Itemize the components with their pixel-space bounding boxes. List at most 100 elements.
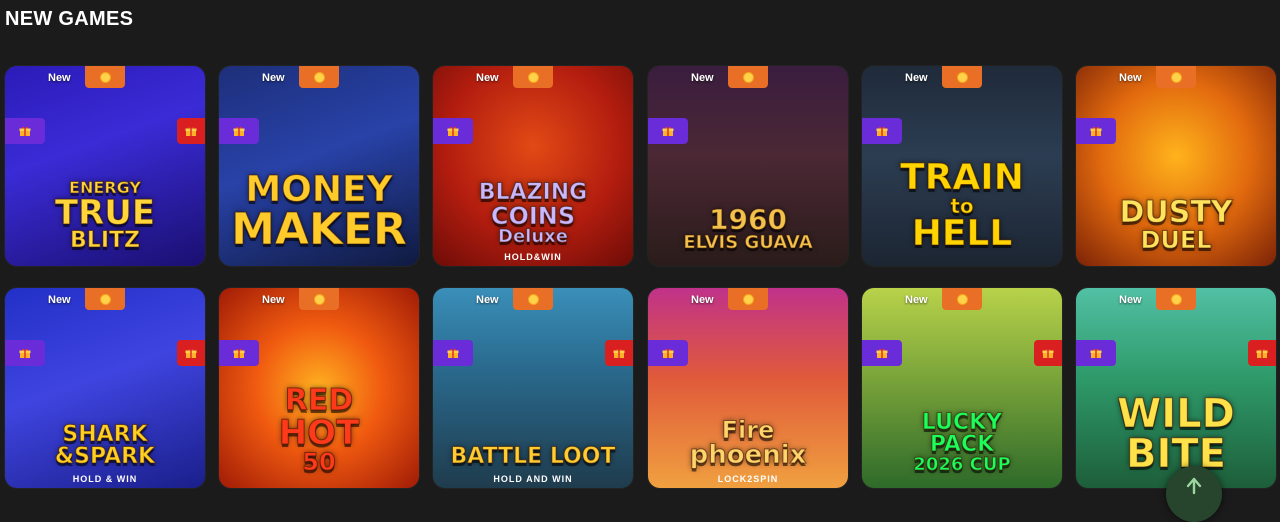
game-title-line: TRUE [54, 193, 156, 233]
new-badge: New [691, 72, 714, 84]
game-title-line: HELL [911, 213, 1013, 254]
gift-badge-right[interactable] [177, 118, 205, 144]
game-card[interactable]: New LUCKY PACK 2026 CUP [862, 288, 1062, 488]
game-tagline: HOLD&WIN [504, 252, 562, 262]
game-card[interactable]: New BATTLE LOOT HOLD AND WIN [433, 288, 633, 488]
gift-badge-left[interactable] [5, 118, 45, 144]
game-title: RED HOT 50 [219, 385, 419, 476]
game-card[interactable]: New ENERGY TRUE BLITZ [5, 66, 205, 266]
gift-badge-left[interactable] [5, 340, 45, 366]
game-title-line: MAKER [231, 204, 408, 255]
gift-badge-left[interactable] [433, 118, 473, 144]
scroll-to-top-button[interactable] [1166, 466, 1222, 522]
coin-icon [313, 71, 325, 83]
game-title-line: BITE [1126, 431, 1227, 477]
game-card[interactable]: New BLAZING COINS Deluxe HOLD&WIN [433, 66, 633, 266]
coin-icon [99, 293, 111, 305]
coin-badge [513, 288, 553, 310]
game-title-line: phoenix [689, 440, 807, 470]
gift-badge-right[interactable] [177, 340, 205, 366]
gift-badge-right[interactable] [1248, 340, 1276, 366]
coin-icon [1170, 293, 1182, 305]
game-title: BLAZING COINS Deluxe [433, 180, 633, 246]
game-title: MONEY MAKER [219, 171, 419, 255]
game-title: Fire phoenix [648, 416, 848, 470]
gift-icon [876, 348, 888, 358]
game-tagline: HOLD & WIN [72, 474, 138, 484]
game-title-line: Fire [721, 416, 775, 444]
game-card[interactable]: New 1960 ELVIS GUAVA [648, 66, 848, 266]
gift-badge-left[interactable] [1076, 340, 1116, 366]
section-title: NEW GAMES [5, 8, 134, 30]
gift-icon [185, 348, 197, 358]
gift-badge-left[interactable] [219, 340, 259, 366]
new-badge: New [262, 72, 285, 84]
gift-icon [185, 126, 197, 136]
arrow-up-icon [1186, 477, 1202, 495]
new-badge: New [262, 294, 285, 306]
gift-badge-right[interactable] [605, 340, 633, 366]
game-tagline: LOCK2SPIN [717, 474, 779, 484]
coin-icon [527, 293, 539, 305]
coin-badge [942, 66, 982, 88]
new-badge: New [691, 294, 714, 306]
gift-icon [1090, 348, 1102, 358]
coin-badge [728, 66, 768, 88]
new-badge: New [1119, 294, 1142, 306]
gift-icon [447, 348, 459, 358]
gift-badge-left[interactable] [433, 340, 473, 366]
coin-badge [728, 288, 768, 310]
gift-badge-left[interactable] [1076, 118, 1116, 144]
gift-icon [233, 348, 245, 358]
game-title: ENERGY TRUE BLITZ [5, 179, 205, 252]
coin-badge [299, 66, 339, 88]
gift-icon [447, 126, 459, 136]
gift-badge-left[interactable] [862, 340, 902, 366]
game-card[interactable]: New TRAIN to HELL [862, 66, 1062, 266]
gift-icon [613, 348, 625, 358]
coin-badge [85, 288, 125, 310]
game-title-line: ELVIS GUAVA [683, 232, 813, 253]
coin-badge [1156, 66, 1196, 88]
game-title-line: BLAZING [478, 180, 588, 205]
game-title-line: HOT [278, 413, 360, 453]
gift-icon [1042, 348, 1054, 358]
game-title-line: COINS [490, 202, 576, 230]
gift-icon [876, 126, 888, 136]
game-card[interactable]: New RED HOT 50 [219, 288, 419, 488]
gift-icon [662, 126, 674, 136]
new-badge: New [905, 294, 928, 306]
new-badge: New [476, 294, 499, 306]
game-title: SHARK &SPARK [5, 423, 205, 469]
game-card[interactable]: New MONEY MAKER [219, 66, 419, 266]
game-title-line: WILD [1117, 391, 1236, 437]
game-title-line: DUEL [1140, 226, 1212, 254]
game-title: WILD BITE [1076, 391, 1276, 477]
gift-badge-left[interactable] [648, 340, 688, 366]
coin-icon [956, 71, 968, 83]
coin-icon [742, 293, 754, 305]
game-tagline: HOLD AND WIN [493, 474, 573, 484]
new-badge: New [48, 72, 71, 84]
game-title-line: 50 [302, 448, 336, 476]
game-title: BATTLE LOOT [433, 445, 633, 468]
game-card[interactable]: New WILD BITE [1076, 288, 1276, 488]
coin-icon [742, 71, 754, 83]
game-title-line: PACK [929, 432, 995, 457]
new-badge: New [905, 72, 928, 84]
game-title-line: &SPARK [54, 444, 156, 469]
game-card[interactable]: New Fire phoenix LOCK2SPIN [648, 288, 848, 488]
gift-badge-left[interactable] [862, 118, 902, 144]
game-card[interactable]: New DUSTY DUEL [1076, 66, 1276, 266]
gift-icon [662, 348, 674, 358]
game-title-line: TRAIN [900, 157, 1025, 198]
coin-icon [956, 293, 968, 305]
gift-badge-left[interactable] [648, 118, 688, 144]
gift-badge-right[interactable] [1034, 340, 1062, 366]
gift-badge-left[interactable] [219, 118, 259, 144]
game-card[interactable]: New SHARK &SPARK HOLD & WIN [5, 288, 205, 488]
gift-icon [1090, 126, 1102, 136]
game-title: DUSTY DUEL [1076, 197, 1276, 254]
game-title: 1960 ELVIS GUAVA [648, 205, 848, 253]
game-title: TRAIN to HELL [862, 157, 1062, 254]
